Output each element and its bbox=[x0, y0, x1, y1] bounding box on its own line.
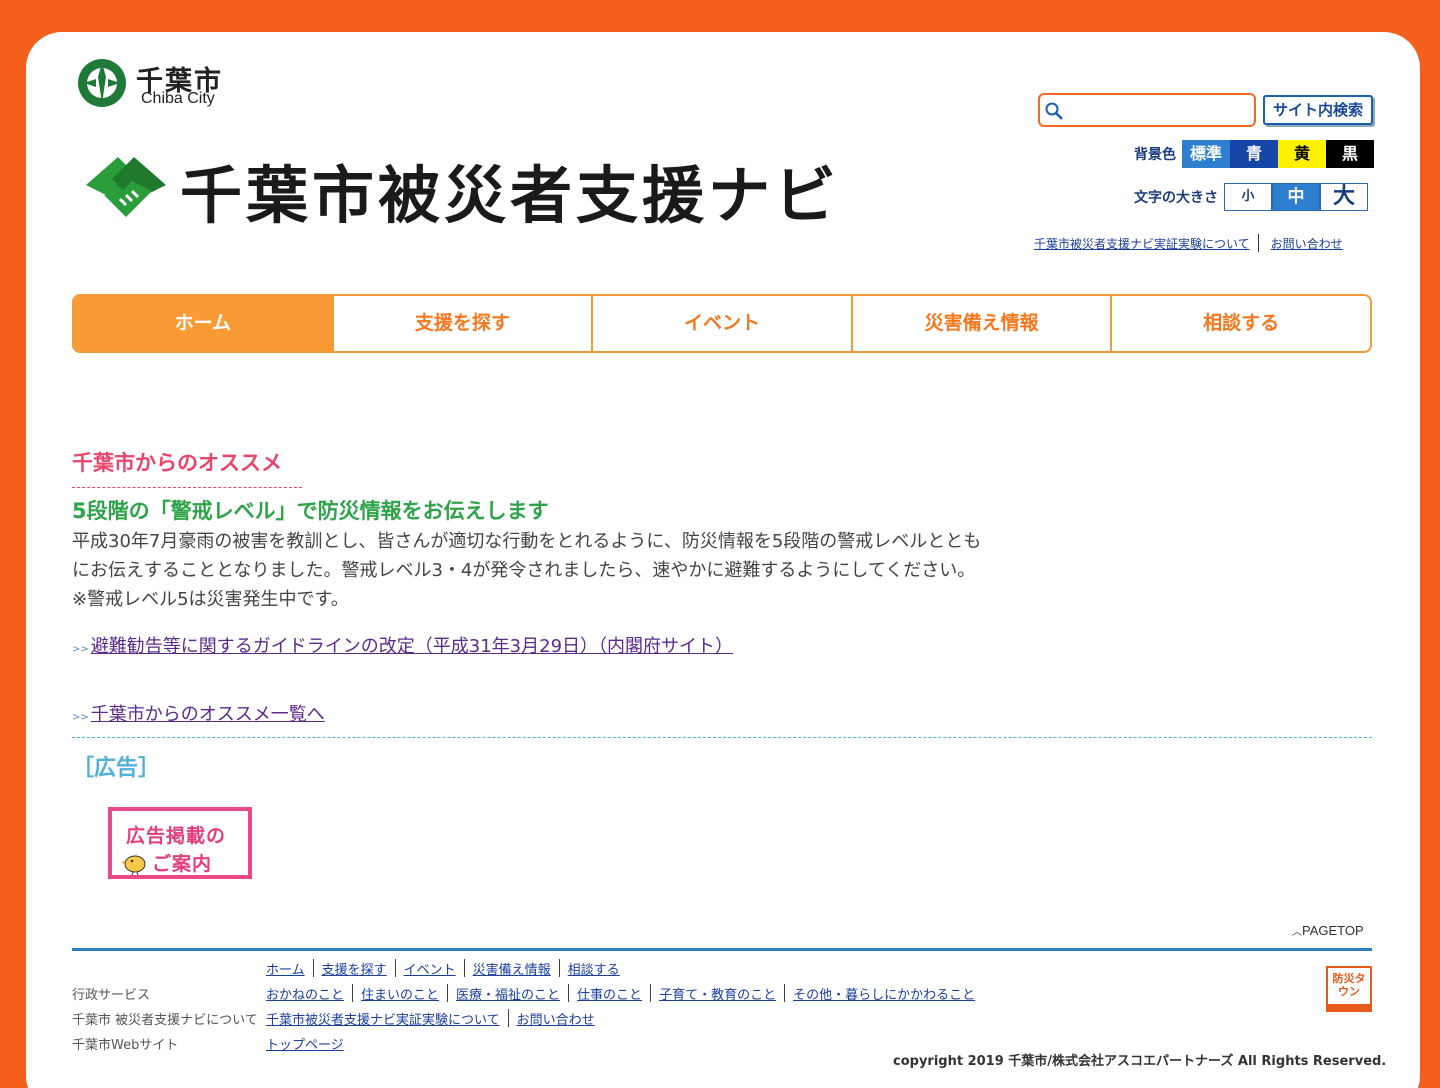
font-size-large-button[interactable]: 大 bbox=[1320, 183, 1368, 211]
news-title: 5段階の「警戒レベル」で防災情報をお伝えします bbox=[72, 499, 549, 523]
footer-link[interactable]: 仕事のこと bbox=[577, 984, 642, 1003]
nav-item-consult[interactable]: 相談する bbox=[1110, 296, 1370, 351]
footer-link-divider bbox=[568, 984, 570, 1002]
footer-row-about: 千葉市 被災者支援ナビについて 千葉市被災者支援ナビ実証実験について お問い合わ… bbox=[72, 1008, 595, 1028]
footer-link[interactable]: 住まいのこと bbox=[361, 984, 439, 1003]
footer-link-divider bbox=[352, 984, 354, 1002]
footer-row-links: 千葉市被災者支援ナビ実証実験について お問い合わせ bbox=[266, 1009, 595, 1028]
bg-color-yellow-button[interactable]: 黄 bbox=[1278, 140, 1326, 168]
header-link-divider bbox=[1257, 234, 1259, 252]
search-input[interactable] bbox=[1068, 99, 1248, 121]
header-links: 千葉市被災者支援ナビ実証実験について お問い合わせ bbox=[1034, 234, 1343, 252]
footer-link[interactable]: その他・暮らしにかかわること bbox=[793, 984, 975, 1003]
footer-link[interactable]: ホーム bbox=[266, 959, 305, 978]
pagetop-label: PAGETOP bbox=[1302, 923, 1364, 938]
footer-link-divider bbox=[558, 959, 560, 977]
footer-row-website: 千葉市Webサイト トップページ bbox=[72, 1033, 344, 1053]
search-area bbox=[1038, 93, 1256, 127]
bousai-town-badge[interactable]: 防災タウン bbox=[1326, 966, 1372, 1012]
city-name-en: Chiba City bbox=[141, 90, 215, 107]
footer-link-divider bbox=[447, 984, 449, 1002]
bg-color-black-button[interactable]: 黒 bbox=[1326, 140, 1374, 168]
footer-link[interactable]: 医療・福祉のこと bbox=[456, 984, 560, 1003]
footer-link-divider bbox=[507, 1009, 509, 1027]
copyright: copyright 2019 千葉市/株式会社アスコエパートナーズ All Ri… bbox=[893, 1054, 1387, 1069]
nav-item-preparedness[interactable]: 災害備え情報 bbox=[850, 296, 1111, 351]
site-title-text: 千葉市被災者支援ナビ bbox=[180, 159, 841, 232]
footer-link[interactable]: お問い合わせ bbox=[517, 1009, 595, 1028]
footer-row-links: トップページ bbox=[266, 1034, 344, 1053]
footer-row-links: ホーム 支援を探す イベント 災害備え情報 相談する bbox=[266, 959, 620, 978]
ad-banner[interactable]: 広告掲載の ご案内 bbox=[108, 807, 252, 879]
footer-link-divider bbox=[312, 959, 314, 977]
footer-link[interactable]: 子育て・教育のこと bbox=[659, 984, 776, 1003]
footer-link[interactable]: 相談する bbox=[568, 959, 620, 978]
ad-heading: ［広告］ bbox=[72, 756, 161, 781]
search-box[interactable] bbox=[1038, 93, 1256, 127]
recommend-list-link-row: >> 千葉市からのオススメ一覧へ bbox=[72, 700, 325, 726]
font-size-label: 文字の大きさ bbox=[1134, 190, 1218, 206]
recommend-list-link[interactable]: 千葉市からのオススメ一覧へ bbox=[91, 700, 325, 726]
bird-icon bbox=[121, 855, 146, 875]
footer-row-label: 千葉市 被災者支援ナビについて bbox=[72, 1012, 258, 1028]
arrow-icon: >> bbox=[72, 644, 89, 655]
bousai-town-bar bbox=[1328, 1004, 1370, 1010]
bousai-town-label: 防災タウン bbox=[1332, 972, 1366, 998]
guideline-link[interactable]: 避難勧告等に関するガイドラインの改定（平成31年3月29日）（内閣府サイト） bbox=[91, 632, 733, 658]
ad-banner-line2: ご案内 bbox=[152, 853, 213, 875]
footer-row-label: 千葉市Webサイト bbox=[72, 1037, 179, 1053]
footer-row-label: 行政サービス bbox=[72, 987, 151, 1003]
bg-color-standard-button[interactable]: 標準 bbox=[1182, 140, 1230, 168]
search-icon bbox=[1045, 102, 1063, 120]
footer-link[interactable]: イベント bbox=[404, 959, 456, 978]
bg-color-selector: 背景色 標準 青 黄 黒 bbox=[1134, 140, 1374, 168]
recommend-heading: 千葉市からのオススメ bbox=[72, 447, 302, 488]
bg-color-blue-button[interactable]: 青 bbox=[1230, 140, 1278, 168]
site-search-button[interactable]: サイト内検索 bbox=[1263, 95, 1373, 125]
footer-link-divider bbox=[394, 959, 396, 977]
footer-link-divider bbox=[784, 984, 786, 1002]
footer-link[interactable]: おかねのこと bbox=[266, 984, 344, 1003]
nav-item-events[interactable]: イベント bbox=[591, 296, 851, 351]
footer-link[interactable]: 千葉市被災者支援ナビ実証実験について bbox=[266, 1009, 500, 1028]
nav-item-home[interactable]: ホーム bbox=[74, 296, 332, 351]
chevron-up-icon: ︿ bbox=[1292, 927, 1302, 938]
city-emblem-icon bbox=[78, 59, 126, 107]
support-hands-icon bbox=[86, 157, 166, 217]
footer-rule bbox=[72, 948, 1372, 951]
city-logo[interactable]: 千葉市 Chiba City bbox=[76, 57, 236, 111]
footer-row-services: 行政サービス おかねのこと 住まいのこと 医療・福祉のこと 仕事のこと 子育て・… bbox=[72, 983, 975, 1003]
arrow-icon: >> bbox=[72, 712, 89, 723]
bg-color-label: 背景色 bbox=[1134, 147, 1176, 163]
ad-banner-line1: 広告掲載の bbox=[126, 825, 227, 847]
footer-row-links: おかねのこと 住まいのこと 医療・福祉のこと 仕事のこと 子育て・教育のこと そ… bbox=[266, 984, 975, 1003]
font-size-small-button[interactable]: 小 bbox=[1224, 183, 1272, 211]
header-link-pilot[interactable]: 千葉市被災者支援ナビ実証実験について bbox=[1034, 235, 1250, 252]
font-size-selector: 文字の大きさ 小 中 大 bbox=[1134, 183, 1368, 211]
footer-link[interactable]: 災害備え情報 bbox=[473, 959, 551, 978]
site-title[interactable]: 千葉市被災者支援ナビ bbox=[82, 150, 840, 232]
pagetop-link[interactable]: ︿PAGETOP bbox=[1292, 923, 1364, 938]
footer-link[interactable]: 支援を探す bbox=[322, 959, 387, 978]
font-size-medium-button[interactable]: 中 bbox=[1272, 183, 1320, 211]
guideline-link-row: >> 避難勧告等に関するガイドラインの改定（平成31年3月29日）（内閣府サイト… bbox=[72, 632, 733, 658]
footer-link-divider bbox=[650, 984, 652, 1002]
footer-link-divider bbox=[463, 959, 465, 977]
footer-row-nav: ホーム 支援を探す イベント 災害備え情報 相談する bbox=[72, 958, 620, 978]
header-link-contact[interactable]: お問い合わせ bbox=[1271, 235, 1343, 252]
global-nav: ホーム 支援を探す イベント 災害備え情報 相談する bbox=[72, 294, 1372, 353]
news-body: 平成30年7月豪雨の被害を教訓とし、皆さんが適切な行動をとれるように、防災情報を… bbox=[72, 531, 982, 610]
footer-link[interactable]: トップページ bbox=[266, 1034, 344, 1053]
section-divider bbox=[72, 737, 1372, 738]
nav-item-find-support[interactable]: 支援を探す bbox=[331, 296, 592, 351]
